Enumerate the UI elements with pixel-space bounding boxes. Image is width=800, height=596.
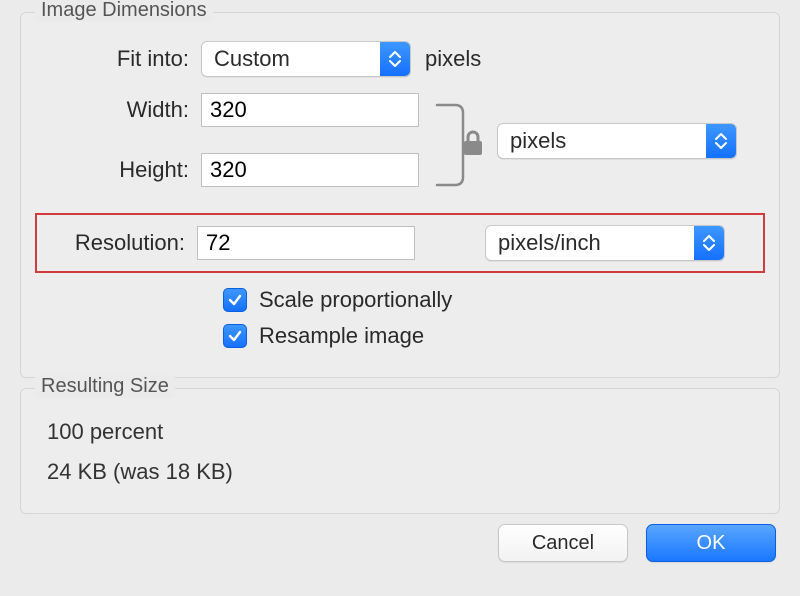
lock-icon[interactable] bbox=[461, 129, 485, 157]
resolution-row: Resolution: pixels/inch bbox=[35, 213, 765, 273]
resolution-unit-value: pixels/inch bbox=[486, 230, 694, 256]
resulting-size-title: Resulting Size bbox=[35, 375, 175, 398]
resulting-size-panel: Resulting Size 100 percent 24 KB (was 18… bbox=[20, 388, 780, 514]
dialog-buttons: Cancel OK bbox=[0, 524, 776, 562]
chevron-up-down-icon bbox=[706, 124, 736, 158]
width-row: Width: bbox=[41, 93, 759, 127]
ok-button[interactable]: OK bbox=[646, 524, 776, 562]
height-label: Height: bbox=[41, 157, 201, 183]
resolution-unit-select[interactable]: pixels/inch bbox=[485, 225, 725, 261]
width-label: Width: bbox=[41, 97, 201, 123]
resample-image-row: Resample image bbox=[223, 323, 759, 349]
check-icon bbox=[227, 292, 243, 308]
resolution-label: Resolution: bbox=[43, 230, 197, 256]
resample-image-label: Resample image bbox=[259, 323, 424, 349]
result-percent: 100 percent bbox=[47, 419, 759, 445]
fit-into-select[interactable]: Custom bbox=[201, 41, 411, 77]
image-dimensions-panel: Image Dimensions Fit into: Custom pixels… bbox=[20, 12, 780, 378]
resample-image-checkbox[interactable] bbox=[223, 324, 247, 348]
wh-unit-wrapper: pixels bbox=[497, 123, 737, 159]
scale-proportionally-checkbox[interactable] bbox=[223, 288, 247, 312]
cancel-button[interactable]: Cancel bbox=[498, 524, 628, 562]
width-height-block: Width: Height: pixels bbox=[41, 93, 759, 187]
wh-unit-value: pixels bbox=[498, 128, 706, 154]
fit-into-unit: pixels bbox=[425, 46, 481, 72]
result-size: 24 KB (was 18 KB) bbox=[47, 459, 759, 485]
scale-proportionally-row: Scale proportionally bbox=[223, 287, 759, 313]
chevron-up-down-icon bbox=[694, 226, 724, 260]
height-input[interactable] bbox=[201, 153, 419, 187]
wh-unit-select[interactable]: pixels bbox=[497, 123, 737, 159]
resolution-input[interactable] bbox=[197, 226, 415, 260]
chevron-up-down-icon bbox=[380, 42, 410, 76]
panel-title: Image Dimensions bbox=[35, 0, 213, 22]
check-icon bbox=[227, 328, 243, 344]
fit-into-row: Fit into: Custom pixels bbox=[41, 41, 759, 77]
fit-into-label: Fit into: bbox=[41, 46, 201, 72]
fit-into-value: Custom bbox=[202, 46, 380, 72]
width-input[interactable] bbox=[201, 93, 419, 127]
scale-proportionally-label: Scale proportionally bbox=[259, 287, 452, 313]
